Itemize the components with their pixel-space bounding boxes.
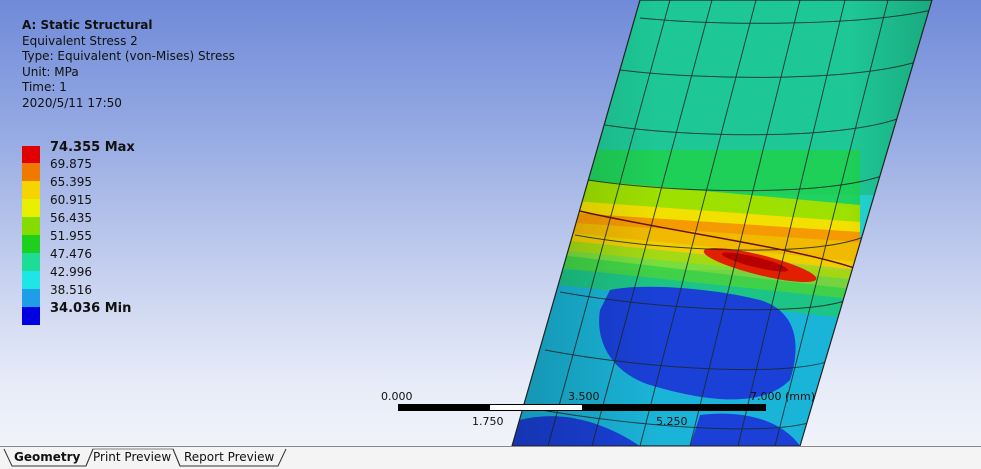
analysis-title: A: Static Structural	[22, 18, 153, 32]
result-time: Time: 1	[22, 80, 67, 94]
graphics-viewport[interactable]: A: Static Structural Equivalent Stress 2…	[0, 0, 981, 446]
scale-label: 0.000	[381, 390, 413, 403]
legend-row: 42.996	[22, 265, 222, 289]
legend-row: 69.875	[22, 157, 222, 181]
view-tab-bar: Geometry Print Preview Report Preview	[0, 446, 981, 469]
legend-row: 74.355 Max	[22, 140, 222, 164]
result-type: Type: Equivalent (von-Mises) Stress	[22, 49, 235, 63]
legend-label: 38.516	[50, 283, 92, 297]
scale-label: 7.000 (mm)	[750, 390, 816, 403]
scale-label: 5.250	[656, 415, 688, 428]
legend-row: 65.395	[22, 175, 222, 199]
legend-row: 38.516	[22, 283, 222, 325]
result-info-block: A: Static Structural Equivalent Stress 2…	[22, 18, 235, 111]
legend-row: 51.955	[22, 229, 222, 253]
result-name: Equivalent Stress 2	[22, 33, 138, 48]
tab-geometry[interactable]: Geometry	[14, 449, 80, 465]
legend-label: 56.435	[50, 211, 92, 225]
legend-label: 51.955	[50, 229, 92, 243]
legend-label: 69.875	[50, 157, 92, 171]
scale-segment	[490, 404, 582, 411]
legend-row: 47.476	[22, 247, 222, 271]
tab-report-preview[interactable]: Report Preview	[184, 449, 274, 465]
legend-label: 60.915	[50, 193, 92, 207]
legend-row: 60.915	[22, 193, 222, 217]
legend-label: 65.395	[50, 175, 92, 189]
scale-label: 1.750	[472, 415, 504, 428]
legend-label-min: 34.036 Min	[50, 301, 132, 316]
legend-label: 47.476	[50, 247, 92, 261]
result-timestamp: 2020/5/11 17:50	[22, 95, 122, 110]
scale-segment	[398, 404, 490, 411]
legend-row: 56.435	[22, 211, 222, 235]
legend-label-max: 74.355 Max	[50, 140, 135, 155]
legend-label: 42.996	[50, 265, 92, 279]
scale-segment	[582, 404, 766, 411]
result-unit: Unit: MPa	[22, 64, 79, 79]
legend-row: 34.036 Min	[22, 301, 222, 319]
tab-print-preview[interactable]: Print Preview	[93, 449, 171, 465]
scale-label: 3.500	[568, 390, 600, 403]
